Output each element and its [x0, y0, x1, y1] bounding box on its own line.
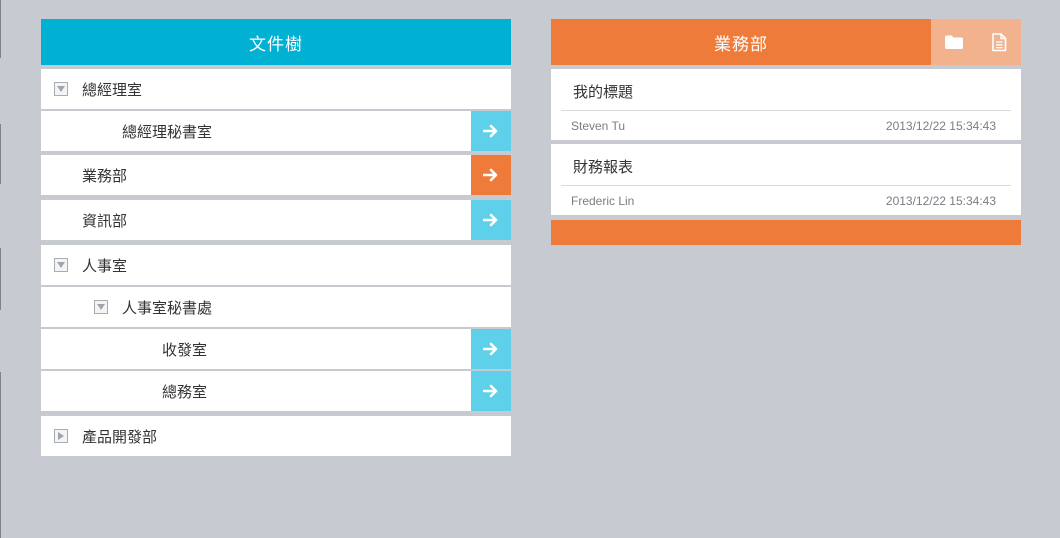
window-edge-mark	[0, 248, 1, 310]
folder-icon	[944, 35, 963, 49]
window-edge-mark	[0, 124, 1, 184]
tree-item-label: 業務部	[82, 166, 128, 185]
tree-item-general-manager-office[interactable]: 總經理室	[41, 69, 511, 109]
tree-item-label: 人事室	[82, 256, 128, 275]
arrow-right-icon	[483, 342, 498, 356]
tree-title: 文件樹	[249, 34, 303, 55]
document-list: 我的標題 Steven Tu 2013/12/22 15:34:43 財務報表 …	[551, 69, 1021, 215]
open-arrow-button[interactable]	[471, 371, 511, 411]
collapsed-toggle-icon[interactable]	[54, 429, 68, 443]
arrow-right-icon	[483, 124, 498, 138]
document-author: Frederic Lin	[571, 193, 635, 208]
tree-item-mail-room[interactable]: 收發室	[41, 329, 511, 369]
tree-list: 總經理室 總經理秘書室 業務部 資訊部 人事室 人事室秘書處 收發室 總務室 產…	[41, 69, 511, 456]
tree-item-label: 總經理秘書室	[122, 122, 213, 141]
document-card[interactable]: 財務報表 Frederic Lin 2013/12/22 15:34:43	[551, 144, 1021, 215]
tree-item-sales-dept[interactable]: 業務部	[41, 155, 511, 195]
arrow-right-icon	[483, 213, 498, 227]
document-card[interactable]: 我的標題 Steven Tu 2013/12/22 15:34:43	[551, 69, 1021, 140]
document-meta: Frederic Lin 2013/12/22 15:34:43	[561, 186, 1011, 215]
document-icon	[991, 32, 1006, 51]
tree-item-label: 收發室	[162, 340, 208, 359]
tree-item-label: 人事室秘書處	[122, 298, 213, 317]
tree-item-gm-secretary-office[interactable]: 總經理秘書室	[41, 111, 511, 151]
documents-panel: 業務部 我的標題 Steven Tu 2013/12/22 15:34:43 財…	[551, 19, 1021, 245]
tree-item-general-affairs-office[interactable]: 總務室	[41, 371, 511, 411]
window-edge-mark	[0, 0, 1, 58]
tree-item-hr-secretariat[interactable]: 人事室秘書處	[41, 287, 511, 327]
open-arrow-button-active[interactable]	[471, 155, 511, 195]
open-arrow-button[interactable]	[471, 200, 511, 240]
tree-item-label: 資訊部	[82, 211, 128, 230]
tree-item-product-dev-dept[interactable]: 產品開發部	[41, 416, 511, 456]
expand-toggle-icon[interactable]	[54, 258, 68, 272]
new-folder-button[interactable]	[931, 19, 976, 65]
tree-item-hr-office[interactable]: 人事室	[41, 245, 511, 285]
document-title: 財務報表	[561, 144, 1011, 186]
open-arrow-button[interactable]	[471, 111, 511, 151]
header-toolbar	[931, 19, 1021, 65]
open-arrow-button[interactable]	[471, 329, 511, 369]
tree-item-label: 產品開發部	[82, 427, 158, 446]
documents-header: 業務部	[551, 19, 1021, 65]
documents-title: 業務部	[714, 34, 768, 55]
expand-toggle-icon[interactable]	[54, 82, 68, 96]
document-timestamp: 2013/12/22 15:34:43	[885, 193, 996, 208]
arrow-right-icon	[483, 168, 498, 182]
document-author: Steven Tu	[571, 118, 626, 133]
tree-header: 文件樹	[41, 19, 511, 65]
tree-item-label: 總務室	[162, 382, 208, 401]
new-document-button[interactable]	[976, 19, 1021, 65]
document-meta: Steven Tu 2013/12/22 15:34:43	[561, 111, 1011, 140]
tree-item-label: 總經理室	[82, 80, 143, 99]
document-title: 我的標題	[561, 69, 1011, 111]
tree-item-it-dept[interactable]: 資訊部	[41, 200, 511, 240]
document-timestamp: 2013/12/22 15:34:43	[885, 118, 996, 133]
expand-toggle-icon[interactable]	[94, 300, 108, 314]
document-tree-panel: 文件樹 總經理室 總經理秘書室 業務部 資訊部 人事室 人事室秘書處 收發室 總…	[41, 19, 511, 456]
window-edge-mark	[0, 372, 1, 538]
documents-footer-bar	[551, 220, 1021, 245]
arrow-right-icon	[483, 384, 498, 398]
